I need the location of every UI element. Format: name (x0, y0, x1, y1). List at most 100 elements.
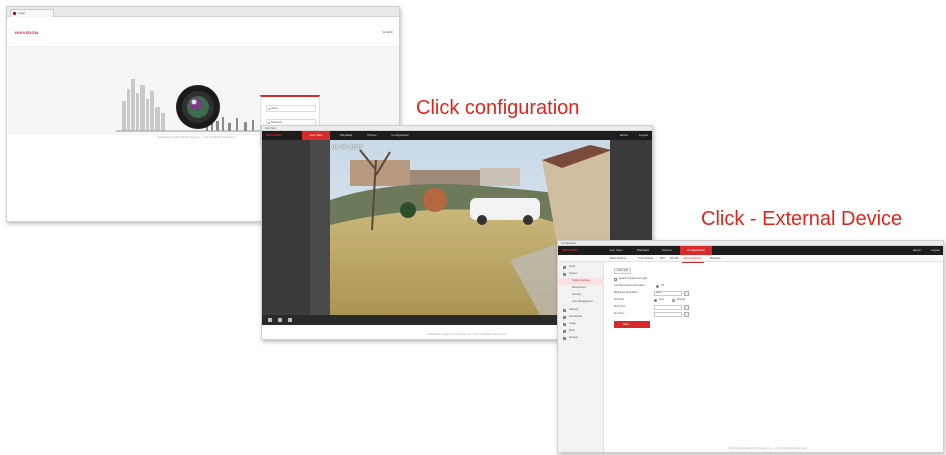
brightness-value: Auto (656, 291, 662, 294)
language-select[interactable]: English (383, 30, 393, 34)
video-timestamp-osd: 04-26-2020 (332, 145, 363, 151)
tab-external-device[interactable]: External Device (682, 255, 704, 263)
tab-metadata[interactable]: Metadata (708, 255, 722, 262)
event-icon (563, 330, 566, 333)
illumination-value: Off (661, 284, 665, 287)
username-placeholder: admin (271, 107, 278, 110)
tab-time-settings[interactable]: Time Settings (636, 255, 655, 262)
sidebar-item-security[interactable]: Security (558, 292, 604, 299)
schedule-auto-radio[interactable] (654, 298, 657, 302)
username-field[interactable]: admin (266, 105, 316, 112)
end-time-label: End Time (614, 312, 625, 315)
brightness-label: Brightness Regulation (614, 291, 639, 294)
sidebar-item-label: Security (572, 293, 582, 296)
clock-icon[interactable] (684, 311, 689, 317)
tutorial-collage: Login HIKVISION English admin Password ©… (0, 0, 946, 455)
monitor-icon (563, 266, 566, 269)
save-button-label: Save (623, 322, 629, 326)
caption-click-external-device: Click - External Device (701, 208, 903, 230)
sidebar-item-label: Event (569, 329, 576, 332)
nav-live-view[interactable]: Live View (604, 246, 628, 255)
login-hero-banner: admin Password Forgot Password? Login (8, 47, 399, 147)
external-device-panel: LED Light Enable Supplement Light Low Il… (610, 267, 940, 447)
user-menu[interactable]: admin (913, 246, 921, 255)
sidebar-item-label: Video/Audio (569, 315, 583, 318)
nav-configuration[interactable]: Configuration (680, 246, 712, 255)
schedule-manual-label: Manual (677, 298, 686, 301)
user-icon (268, 108, 270, 110)
logout-link[interactable]: Logout (639, 131, 648, 140)
start-time-row: Start Time (610, 304, 870, 310)
caption-click-configuration: Click configuration (416, 97, 580, 119)
image-icon (563, 323, 566, 326)
settings-subtabs: Basic Settings Time Settings DST RS-485 … (558, 255, 943, 263)
sidebar-item-label: System (569, 272, 578, 275)
login-header: HIKVISION English (7, 17, 399, 47)
nav-playback[interactable]: Playback (334, 131, 358, 140)
screenshot-icon[interactable] (278, 318, 282, 322)
nav-playback[interactable]: Playback (632, 246, 654, 255)
enable-light-label: Enable Supplement Light (619, 277, 647, 280)
stop-icon[interactable] (268, 318, 272, 322)
schedule-row: Schedule Auto Manual (610, 297, 870, 303)
start-time-input[interactable] (654, 304, 682, 310)
favicon-icon (13, 12, 16, 15)
nav-live-view[interactable]: Live View (302, 131, 330, 140)
sidebar-item-event[interactable]: Event (558, 328, 604, 335)
sidebar-item-user-management[interactable]: User Management (558, 299, 604, 306)
video-icon (563, 316, 566, 319)
schedule-auto-label: Auto (659, 298, 665, 301)
sidebar-item-label: Maintenance (572, 286, 587, 289)
tab-dst[interactable]: DST (658, 255, 667, 262)
schedule-label: Schedule (614, 298, 625, 301)
sidebar-item-image[interactable]: Image (558, 321, 604, 328)
illumination-row: Low Illumination Attenuation Off (610, 283, 870, 289)
illumination-radio[interactable] (656, 284, 659, 288)
clock-icon[interactable] (684, 304, 689, 310)
sidebar-item-label: Network (569, 308, 579, 311)
tab-basic-settings[interactable]: Basic Settings (608, 255, 628, 262)
sidebar-item-system-settings[interactable]: System Settings (558, 278, 604, 285)
user-menu[interactable]: admin (620, 131, 628, 140)
sidebar-item-label: Image (569, 322, 576, 325)
nav-configuration[interactable]: Configuration (384, 131, 416, 140)
start-time-label: Start Time (614, 305, 626, 308)
nav-picture[interactable]: Picture (362, 131, 382, 140)
system-icon (563, 273, 566, 276)
sidebar-item-label: Storage (569, 336, 578, 339)
record-icon[interactable] (288, 318, 292, 322)
sidebar-item-maintenance[interactable]: Maintenance (558, 285, 604, 292)
left-panel (262, 140, 310, 315)
calendar-icon[interactable] (684, 290, 689, 296)
sidebar-item-label: Local (569, 265, 575, 268)
sidebar-item-video-audio[interactable]: Video/Audio (558, 314, 604, 321)
led-light-section-label: LED Light (614, 268, 631, 274)
sidebar-item-system[interactable]: System (558, 271, 604, 278)
schedule-manual-radio[interactable] (672, 298, 675, 302)
enable-light-row: Enable Supplement Light (610, 276, 870, 282)
top-navbar: HIKVISION Live View Playback Picture Con… (558, 246, 943, 255)
end-time-input[interactable] (654, 311, 682, 317)
save-button[interactable]: Save (614, 321, 650, 328)
end-time-row: End Time (610, 311, 870, 317)
section-header: LED Light (610, 267, 870, 274)
sidebar-item-label: User Management (572, 300, 593, 303)
configuration-screenshot: Configuration HIKVISION Live View Playba… (557, 240, 944, 453)
browser-tab-bar: Login (7, 7, 399, 17)
nav-picture[interactable]: Picture (658, 246, 676, 255)
sidebar-item-label: System Settings (572, 279, 591, 282)
browser-tab[interactable]: Login (10, 9, 54, 17)
login-footer: ©Hikvision Digital Technology Co., Ltd. … (157, 135, 237, 139)
liveview-footer: ©Hikvision Digital Technology Co., Ltd. … (427, 332, 507, 336)
enable-light-checkbox[interactable] (614, 277, 617, 281)
tab-rs485[interactable]: RS-485 (668, 255, 680, 262)
config-footer: ©Hikvision Digital Technology Co., Ltd. … (728, 446, 808, 450)
brand-logo: HIKVISION (562, 248, 578, 252)
sidebar-item-local[interactable]: Local (558, 264, 604, 271)
top-navbar: HIKVISION Live View Playback Picture Con… (262, 131, 652, 140)
sidebar-item-network[interactable]: Network (558, 307, 604, 314)
sidebar-item-storage[interactable]: Storage (558, 335, 604, 342)
lock-icon (268, 122, 270, 124)
logout-link[interactable]: Logout (931, 246, 940, 255)
settings-sidebar: Local System System Settings Maintenance… (558, 262, 604, 452)
